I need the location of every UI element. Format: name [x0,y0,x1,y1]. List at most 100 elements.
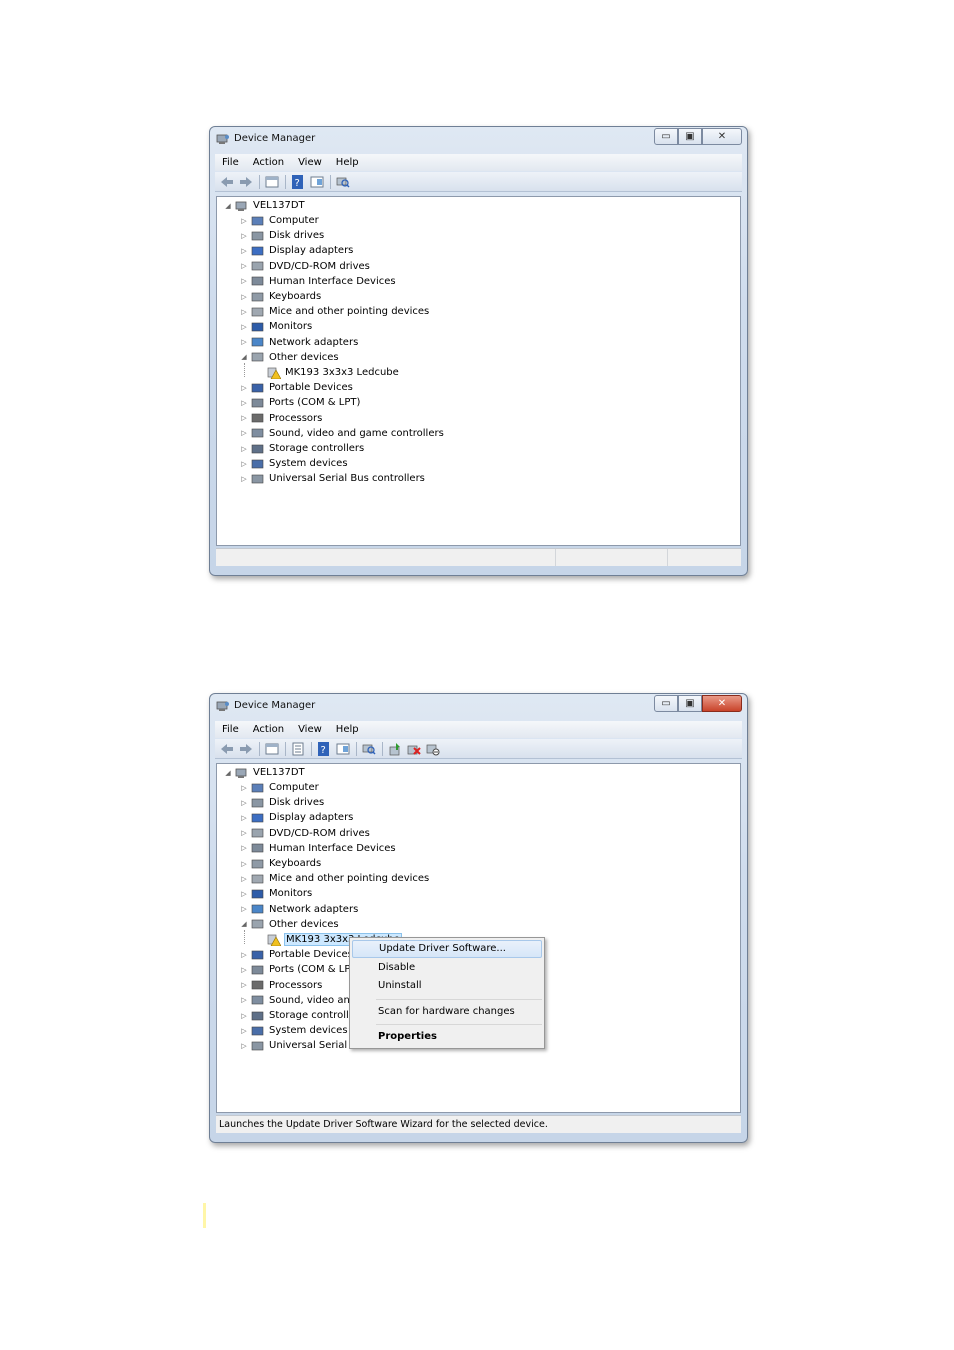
tree-category-item[interactable]: ▷ Monitors [239,319,313,334]
tree-category-item[interactable]: ▷ Storage controllers [239,441,365,456]
tree-category-item[interactable]: ▷ Display adapters [239,243,354,258]
minimize-button[interactable]: ▭ [654,695,678,712]
tree-category-item[interactable]: ▷ DVD/CD-ROM drives [239,259,371,274]
back-arrow-icon[interactable] [219,742,235,756]
tree-category-item[interactable]: ▷ DVD/CD-ROM drives [239,826,371,841]
tree-category-item[interactable]: ▷ Computer [239,780,320,795]
expand-arrow-icon[interactable]: ▷ [239,460,249,468]
expand-arrow-icon[interactable]: ▷ [239,1012,249,1020]
tree-category-item[interactable]: ▷ Ports (COM & LPT) [239,395,361,410]
back-arrow-icon[interactable] [219,175,235,189]
expand-arrow-icon[interactable]: ▷ [239,844,249,852]
tree-category-item[interactable]: ▷ Mice and other pointing devices [239,871,430,886]
tree-category-item[interactable]: ▷ Computer [239,213,320,228]
tree-category-item[interactable]: ▷ Processors [239,411,323,426]
scan-hardware-icon[interactable] [361,742,377,756]
expand-arrow-icon[interactable]: ▷ [239,232,249,240]
tree-category-item[interactable]: ▷ Mice and other pointing devices [239,304,430,319]
tree-category-item[interactable]: ▷ Universal Serial Bus controllers [239,471,426,486]
expand-arrow-icon[interactable]: ▷ [239,277,249,285]
tree-category-item[interactable]: ▷ System devices [239,456,349,471]
uninstall-icon[interactable] [406,742,422,756]
menu-item-properties[interactable]: Properties [352,1028,542,1046]
expand-arrow-icon[interactable]: ▷ [239,951,249,959]
show-hide-tree-icon[interactable] [264,742,280,756]
menu-help[interactable]: Help [329,157,366,168]
expand-arrow-icon[interactable]: ▷ [239,475,249,483]
expand-arrow-icon[interactable]: ▷ [239,247,249,255]
tree-category-item[interactable]: ▷ Network adapters [239,902,359,917]
tree-category-item[interactable]: ▷ Storage controller [239,1008,360,1023]
tree-category-item[interactable]: ▷ Disk drives [239,228,325,243]
title-bar[interactable]: Device Manager ▭ ▣ ✕ [210,694,747,718]
close-button[interactable]: ✕ [702,695,742,712]
disable-icon[interactable] [425,742,441,756]
properties-icon[interactable] [290,742,306,756]
expand-arrow-icon[interactable]: ▷ [239,890,249,898]
tree-category-item[interactable]: ▷ Sound, video and [239,993,357,1008]
expand-arrow-icon[interactable]: ▷ [239,445,249,453]
tree-category-item[interactable]: ▷ System devices [239,1023,349,1038]
tree-category-item[interactable]: ▷ Portable Devices [239,380,354,395]
collapse-arrow-icon[interactable]: ◢ [223,202,233,210]
expand-arrow-icon[interactable]: ▷ [239,799,249,807]
expand-arrow-icon[interactable]: ▷ [239,429,249,437]
tree-category-item[interactable]: ◢ Other devices [239,350,340,365]
expand-arrow-icon[interactable]: ▷ [239,384,249,392]
tree-category-item[interactable]: ▷ Network adapters [239,335,359,350]
title-bar[interactable]: Device Manager ▭ ▣ ✕ [210,127,747,151]
tree-device-item[interactable]: MK193 3x3x3 Ledcube [255,365,400,380]
expand-arrow-icon[interactable]: ▷ [239,217,249,225]
menu-action[interactable]: Action [246,157,291,168]
expand-arrow-icon[interactable]: ▷ [239,829,249,837]
scan-hardware-icon[interactable] [335,175,351,189]
menu-view[interactable]: View [291,157,329,168]
collapse-arrow-icon[interactable]: ◢ [239,920,249,928]
tree-category-item[interactable]: ▷ Human Interface Devices [239,274,397,289]
tree-category-item[interactable]: ▷ Sound, video and game controllers [239,426,445,441]
menu-item-update-driver[interactable]: Update Driver Software... [352,940,542,958]
collapse-arrow-icon[interactable]: ◢ [223,769,233,777]
update-driver-icon[interactable] [387,742,403,756]
menu-file[interactable]: File [215,157,246,168]
tree-root[interactable]: ◢ VEL137DT [223,198,306,213]
forward-arrow-icon[interactable] [238,742,254,756]
expand-arrow-icon[interactable]: ▷ [239,399,249,407]
tree-category-item[interactable]: ▷ Monitors [239,886,313,901]
tree-category-item[interactable]: ▷ Disk drives [239,795,325,810]
tree-category-item[interactable]: ▷ Human Interface Devices [239,841,397,856]
expand-arrow-icon[interactable]: ▷ [239,814,249,822]
menu-item-scan-hardware[interactable]: Scan for hardware changes [352,1003,542,1021]
expand-arrow-icon[interactable]: ▷ [239,875,249,883]
menu-item-disable[interactable]: Disable [352,959,542,977]
expand-arrow-icon[interactable]: ▷ [239,966,249,974]
expand-arrow-icon[interactable]: ▷ [239,996,249,1004]
tree-category-item[interactable]: ▷ Keyboards [239,289,322,304]
expand-arrow-icon[interactable]: ▷ [239,308,249,316]
menu-file[interactable]: File [215,724,246,735]
tree-category-item[interactable]: ▷ Processors [239,978,323,993]
expand-arrow-icon[interactable]: ▷ [239,338,249,346]
expand-arrow-icon[interactable]: ▷ [239,981,249,989]
expand-arrow-icon[interactable]: ▷ [239,1042,249,1050]
expand-arrow-icon[interactable]: ▷ [239,905,249,913]
tree-category-item[interactable]: ◢ Other devices [239,917,340,932]
menu-view[interactable]: View [291,724,329,735]
tree-category-item[interactable]: ▷ Portable Devices [239,947,354,962]
maximize-button[interactable]: ▣ [678,128,702,145]
expand-arrow-icon[interactable]: ▷ [239,860,249,868]
expand-arrow-icon[interactable]: ▷ [239,1027,249,1035]
tree-category-item[interactable]: ▷ Universal Serial Bu [239,1038,365,1053]
forward-arrow-icon[interactable] [238,175,254,189]
tree-category-item[interactable]: ▷ Ports (COM & LPT) [239,962,361,977]
expand-arrow-icon[interactable]: ▷ [239,293,249,301]
expand-arrow-icon[interactable]: ▷ [239,262,249,270]
expand-arrow-icon[interactable]: ▷ [239,323,249,331]
show-hide-tree-icon[interactable] [264,175,280,189]
maximize-button[interactable]: ▣ [678,695,702,712]
menu-item-uninstall[interactable]: Uninstall [352,977,542,995]
tree-category-item[interactable]: ▷ Display adapters [239,810,354,825]
collapse-arrow-icon[interactable]: ◢ [239,353,249,361]
close-button[interactable]: ✕ [702,128,742,145]
menu-action[interactable]: Action [246,724,291,735]
